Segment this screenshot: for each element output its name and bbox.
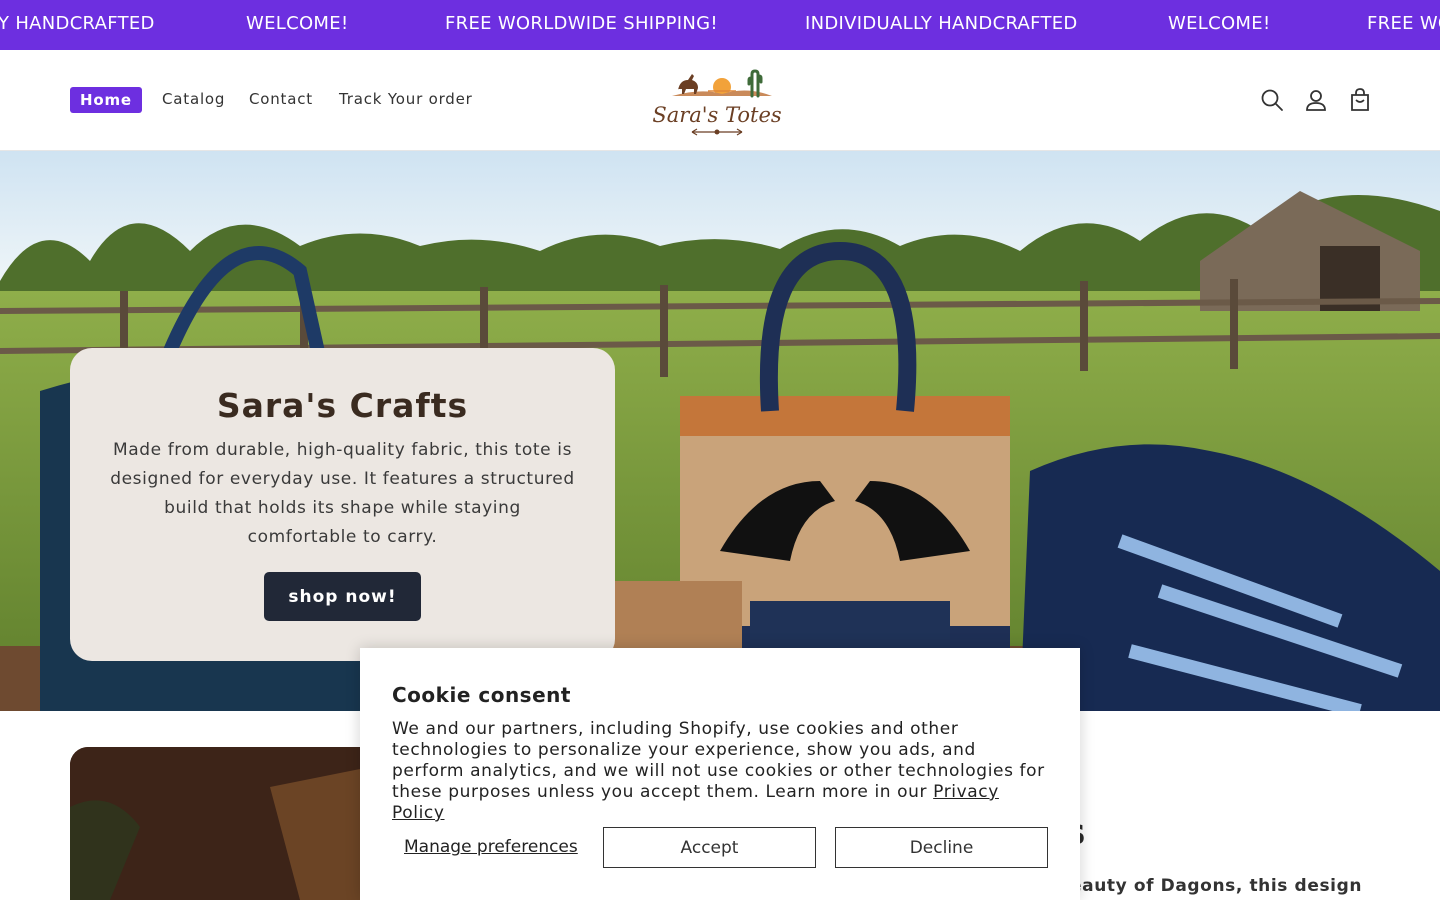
- announcement-item: INDIVIDUALLY HANDCRAFTED: [805, 13, 1078, 34]
- announcement-item: Y HANDCRAFTED: [0, 13, 155, 34]
- hero-description: Made from durable, high-quality fabric, …: [110, 440, 575, 547]
- cookie-consent-dialog: Cookie consent We and our partners, incl…: [360, 648, 1080, 900]
- hero-title: Sara's Crafts: [216, 386, 469, 425]
- hero-banner: Sara's Crafts Made from durable, high-qu…: [0, 151, 1440, 711]
- cart-icon[interactable]: [1347, 87, 1373, 113]
- decline-button[interactable]: Decline: [835, 827, 1048, 868]
- nav-home[interactable]: Home: [70, 87, 142, 113]
- feature-image: [70, 747, 370, 900]
- site-logo[interactable]: Sara's Totes: [652, 62, 782, 140]
- search-icon[interactable]: [1259, 87, 1285, 113]
- manage-preferences-button[interactable]: Manage preferences: [404, 837, 578, 857]
- accept-button[interactable]: Accept: [603, 827, 816, 868]
- account-icon[interactable]: [1303, 87, 1329, 113]
- logo-text: Sara's Totes: [652, 103, 782, 127]
- cookie-body: We and our partners, including Shopify, …: [392, 719, 1052, 824]
- announcement-item: FREE WORLDWIDE SHIPPING!: [445, 13, 718, 34]
- cookie-title: Cookie consent: [392, 683, 571, 707]
- feature-text: eauty of Dagons, this design: [1070, 876, 1363, 896]
- announcement-item: FREE WO: [1367, 13, 1440, 34]
- nav-contact[interactable]: Contact: [249, 90, 313, 108]
- site-header: Home Catalog Contact Track Your order Sa…: [0, 50, 1440, 151]
- nav-track-order[interactable]: Track Your order: [339, 90, 473, 108]
- hero-card: Sara's Crafts Made from durable, high-qu…: [70, 348, 615, 661]
- announcement-bar: Y HANDCRAFTED WELCOME! FREE WORLDWIDE SH…: [0, 0, 1440, 50]
- announcement-item: WELCOME!: [1168, 13, 1271, 34]
- announcement-item: WELCOME!: [246, 13, 349, 34]
- shop-now-button[interactable]: shop now!: [264, 572, 421, 621]
- nav-catalog[interactable]: Catalog: [162, 90, 225, 108]
